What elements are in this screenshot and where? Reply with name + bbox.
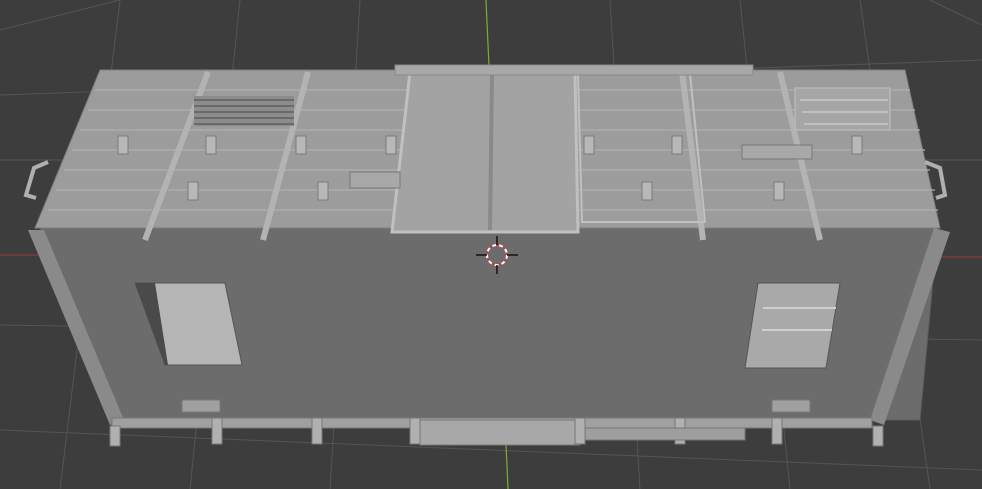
roof-walkway-top (394, 64, 754, 76)
brake-bracket-left (349, 171, 401, 189)
window-opening-right (744, 282, 841, 369)
roof-vent-right (794, 87, 891, 131)
roof-vent-left (194, 96, 294, 126)
viewport-canvas[interactable] (0, 0, 982, 489)
brake-bracket-right (741, 144, 813, 160)
handrail-left (23, 160, 49, 200)
3d-viewport[interactable] (0, 0, 982, 489)
center-step (419, 419, 581, 446)
roof-hatch (390, 70, 580, 234)
